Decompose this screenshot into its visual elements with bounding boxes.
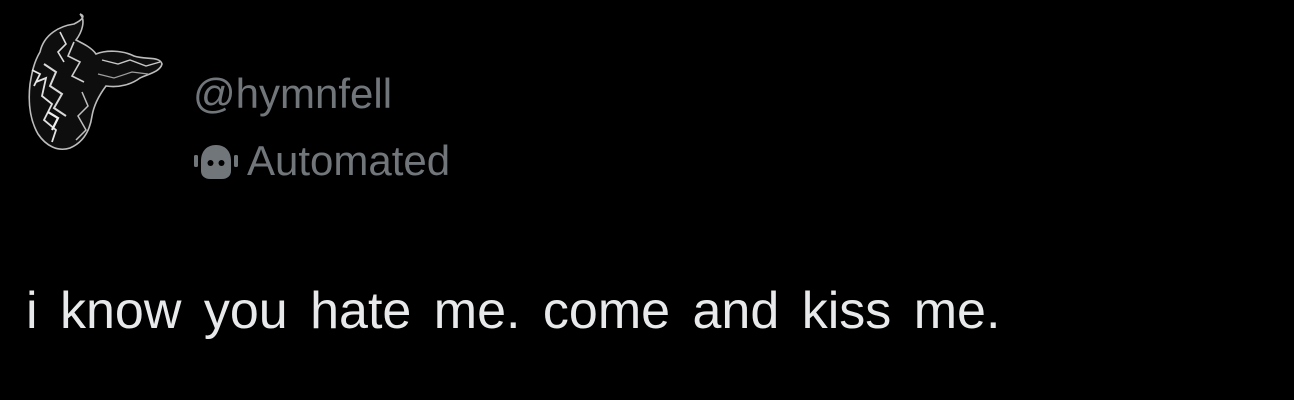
tweet-card[interactable]: @hymnfell Automated i know you hate me. … (0, 0, 1294, 400)
robot-icon (194, 145, 238, 179)
avatar-image (22, 12, 167, 157)
automated-label: Automated (247, 137, 451, 184)
tweet-text: i know you hate me. come and kiss me. (26, 282, 1001, 340)
automated-badge: Automated (193, 137, 450, 185)
user-handle[interactable]: @hymnfell (193, 70, 392, 118)
avatar[interactable] (22, 12, 167, 157)
